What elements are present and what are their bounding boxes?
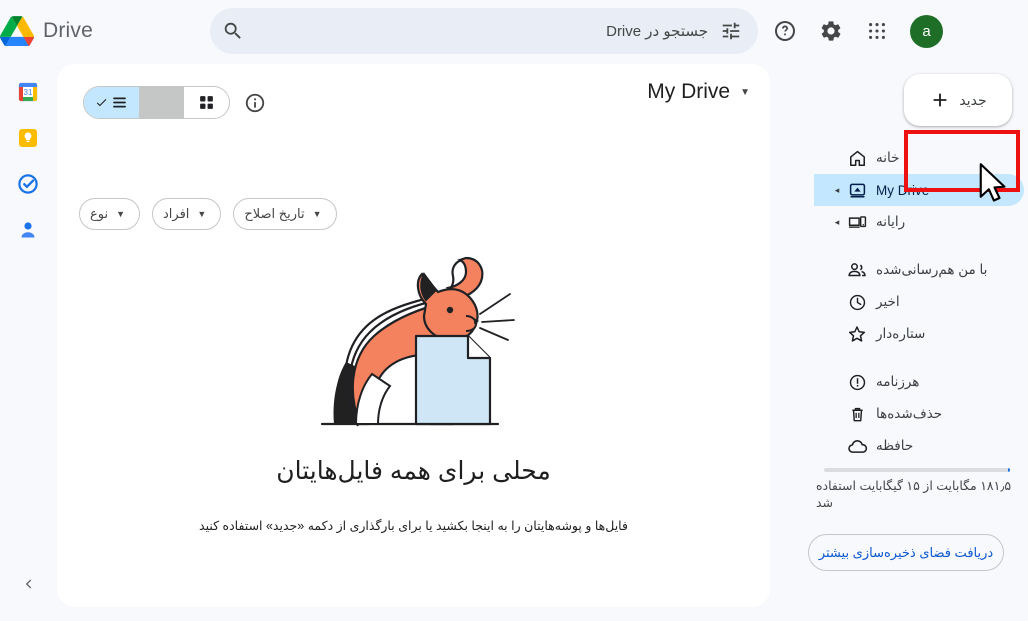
filter-chip-label: نوع <box>90 206 109 221</box>
new-button-label: جدید <box>959 91 987 108</box>
top-bar: Drive جستجو در Drive a <box>0 0 1028 62</box>
storage-progress-bar <box>824 468 1010 472</box>
sidebar-item-label: حذف‌شده‌ها <box>876 406 943 421</box>
grid-view-icon[interactable] <box>198 94 215 111</box>
view-toggle-divider <box>139 87 184 118</box>
chevron-left-icon[interactable] <box>21 576 37 592</box>
empty-state-title: محلی برای همه فایل‌هایتان <box>276 457 551 485</box>
cloud-icon <box>846 435 868 457</box>
filter-chip-people[interactable]: افراد ▼ <box>152 198 222 230</box>
page-title: My Drive <box>647 80 731 103</box>
spam-exclamation-icon <box>846 371 868 393</box>
expand-caret-icon[interactable]: ◂ <box>828 217 846 228</box>
filter-chip-label: تاریخ اصلاح <box>244 206 305 221</box>
page-title-row[interactable]: My Drive ▼ <box>647 80 750 104</box>
new-button[interactable]: جدید <box>904 74 1012 126</box>
sidebar-item-label: هرزنامه <box>876 374 920 389</box>
star-icon <box>846 323 868 345</box>
google-calendar-icon[interactable]: 31 <box>16 80 40 104</box>
sidebar-item-my-drive[interactable]: ◂ My Drive <box>814 174 1024 206</box>
sidebar-divider-gap <box>788 350 1028 366</box>
card-header: My Drive ▼ <box>57 64 770 134</box>
sidebar-item-recent[interactable]: اخیر <box>814 286 1024 318</box>
google-keep-icon[interactable] <box>16 126 40 150</box>
expand-caret-icon[interactable]: ◂ <box>828 185 846 196</box>
cat-with-document-illustration <box>320 256 515 427</box>
check-icon <box>96 99 107 107</box>
sidebar-item-label: رایانه <box>876 214 906 229</box>
sidebar: جدید خانه ◂ My Drive <box>788 62 1028 621</box>
sidebar-item-label: حافظه <box>876 438 914 453</box>
drive-app-window: Drive جستجو در Drive a 31 My Drive ▼ نوع… <box>0 0 1028 621</box>
main-content-card: My Drive ▼ نوع ▼ افراد ▼ تاریخ اصلاح ▼ م… <box>57 64 770 607</box>
header-actions <box>83 86 266 119</box>
info-circle-icon[interactable] <box>244 92 266 114</box>
list-view-icon[interactable] <box>111 94 128 111</box>
tune-sliders-icon[interactable] <box>720 20 742 42</box>
clock-icon <box>846 291 868 313</box>
sidebar-divider-gap <box>788 238 1028 254</box>
empty-state-subtitle: فایل‌ها و پوشه‌هایتان را به اینجا بکشید … <box>199 519 628 533</box>
apps-grid-icon[interactable] <box>866 20 888 42</box>
help-circle-icon[interactable] <box>773 19 797 43</box>
empty-state: محلی برای همه فایل‌هایتان فایل‌ها و پوشه… <box>57 244 770 533</box>
svg-text:31: 31 <box>24 88 33 97</box>
sidebar-item-storage[interactable]: حافظه <box>814 430 1024 462</box>
help-button[interactable] <box>772 18 798 44</box>
brand: Drive <box>0 16 210 46</box>
sidebar-item-spam[interactable]: هرزنامه <box>814 366 1024 398</box>
filter-chip-label: افراد <box>163 206 190 221</box>
gear-icon[interactable] <box>819 19 843 43</box>
get-more-storage-label: دریافت فضای ذخیره‌سازی بیشتر <box>818 544 994 560</box>
caret-down-icon[interactable]: ▼ <box>313 209 322 219</box>
storage-progress-fill <box>1007 468 1010 472</box>
google-apps-button[interactable] <box>864 18 890 44</box>
get-more-storage-button[interactable]: دریافت فضای ذخیره‌سازی بیشتر <box>808 534 1004 571</box>
list-view-button[interactable] <box>84 87 139 118</box>
plus-icon[interactable] <box>929 89 951 111</box>
filter-chip-type[interactable]: نوع ▼ <box>79 198 141 230</box>
search-icon[interactable] <box>222 20 244 42</box>
caret-down-icon[interactable]: ▼ <box>116 209 125 219</box>
sidebar-item-trash[interactable]: حذف‌شده‌ها <box>814 398 1024 430</box>
caret-down-icon[interactable]: ▼ <box>740 87 750 98</box>
search-input[interactable]: جستجو در Drive <box>244 22 720 40</box>
google-drive-logo <box>0 16 34 46</box>
grid-view-button[interactable] <box>184 87 229 118</box>
sidebar-item-label: با من هم‌رسانی‌شده <box>876 262 988 277</box>
filter-chip-row: نوع ▼ افراد ▼ تاریخ اصلاح ▼ <box>57 198 770 230</box>
sidebar-item-shared-with-me[interactable]: با من هم‌رسانی‌شده <box>814 254 1024 286</box>
sidebar-item-label: My Drive <box>876 182 930 198</box>
sidebar-item-label: اخیر <box>876 294 900 309</box>
trash-icon <box>846 403 868 425</box>
storage-usage-text: ۱۸۱٫۵ مگابایت از ۱۵ گیگابایت استفاده شد <box>816 479 1012 510</box>
sidebar-item-label: خانه <box>876 150 900 165</box>
topbar-icon-group: a <box>772 14 943 48</box>
computer-icon <box>846 211 868 233</box>
my-drive-icon <box>846 179 868 201</box>
collapse-rail-button[interactable] <box>16 571 42 597</box>
sidebar-item-label: ستاره‌دار <box>876 326 926 341</box>
sidebar-nav-list: خانه ◂ My Drive ◂ <box>788 142 1028 462</box>
settings-button[interactable] <box>818 18 844 44</box>
left-app-rail: 31 <box>0 62 56 621</box>
filter-chip-modified[interactable]: تاریخ اصلاح ▼ <box>233 198 337 230</box>
sidebar-item-starred[interactable]: ستاره‌دار <box>814 318 1024 350</box>
home-icon <box>846 147 868 169</box>
brand-name: Drive <box>43 19 94 42</box>
people-icon <box>846 259 868 281</box>
caret-down-icon[interactable]: ▼ <box>197 209 206 219</box>
google-tasks-icon[interactable] <box>16 172 40 196</box>
sidebar-item-home[interactable]: خانه <box>814 142 1024 174</box>
google-contacts-icon[interactable] <box>16 218 40 242</box>
avatar[interactable]: a <box>910 14 943 48</box>
search-area: جستجو در Drive <box>210 8 758 54</box>
sidebar-item-computers[interactable]: ◂ رایانه <box>814 206 1024 238</box>
search-box[interactable]: جستجو در Drive <box>210 8 758 54</box>
view-toggle <box>83 86 230 119</box>
